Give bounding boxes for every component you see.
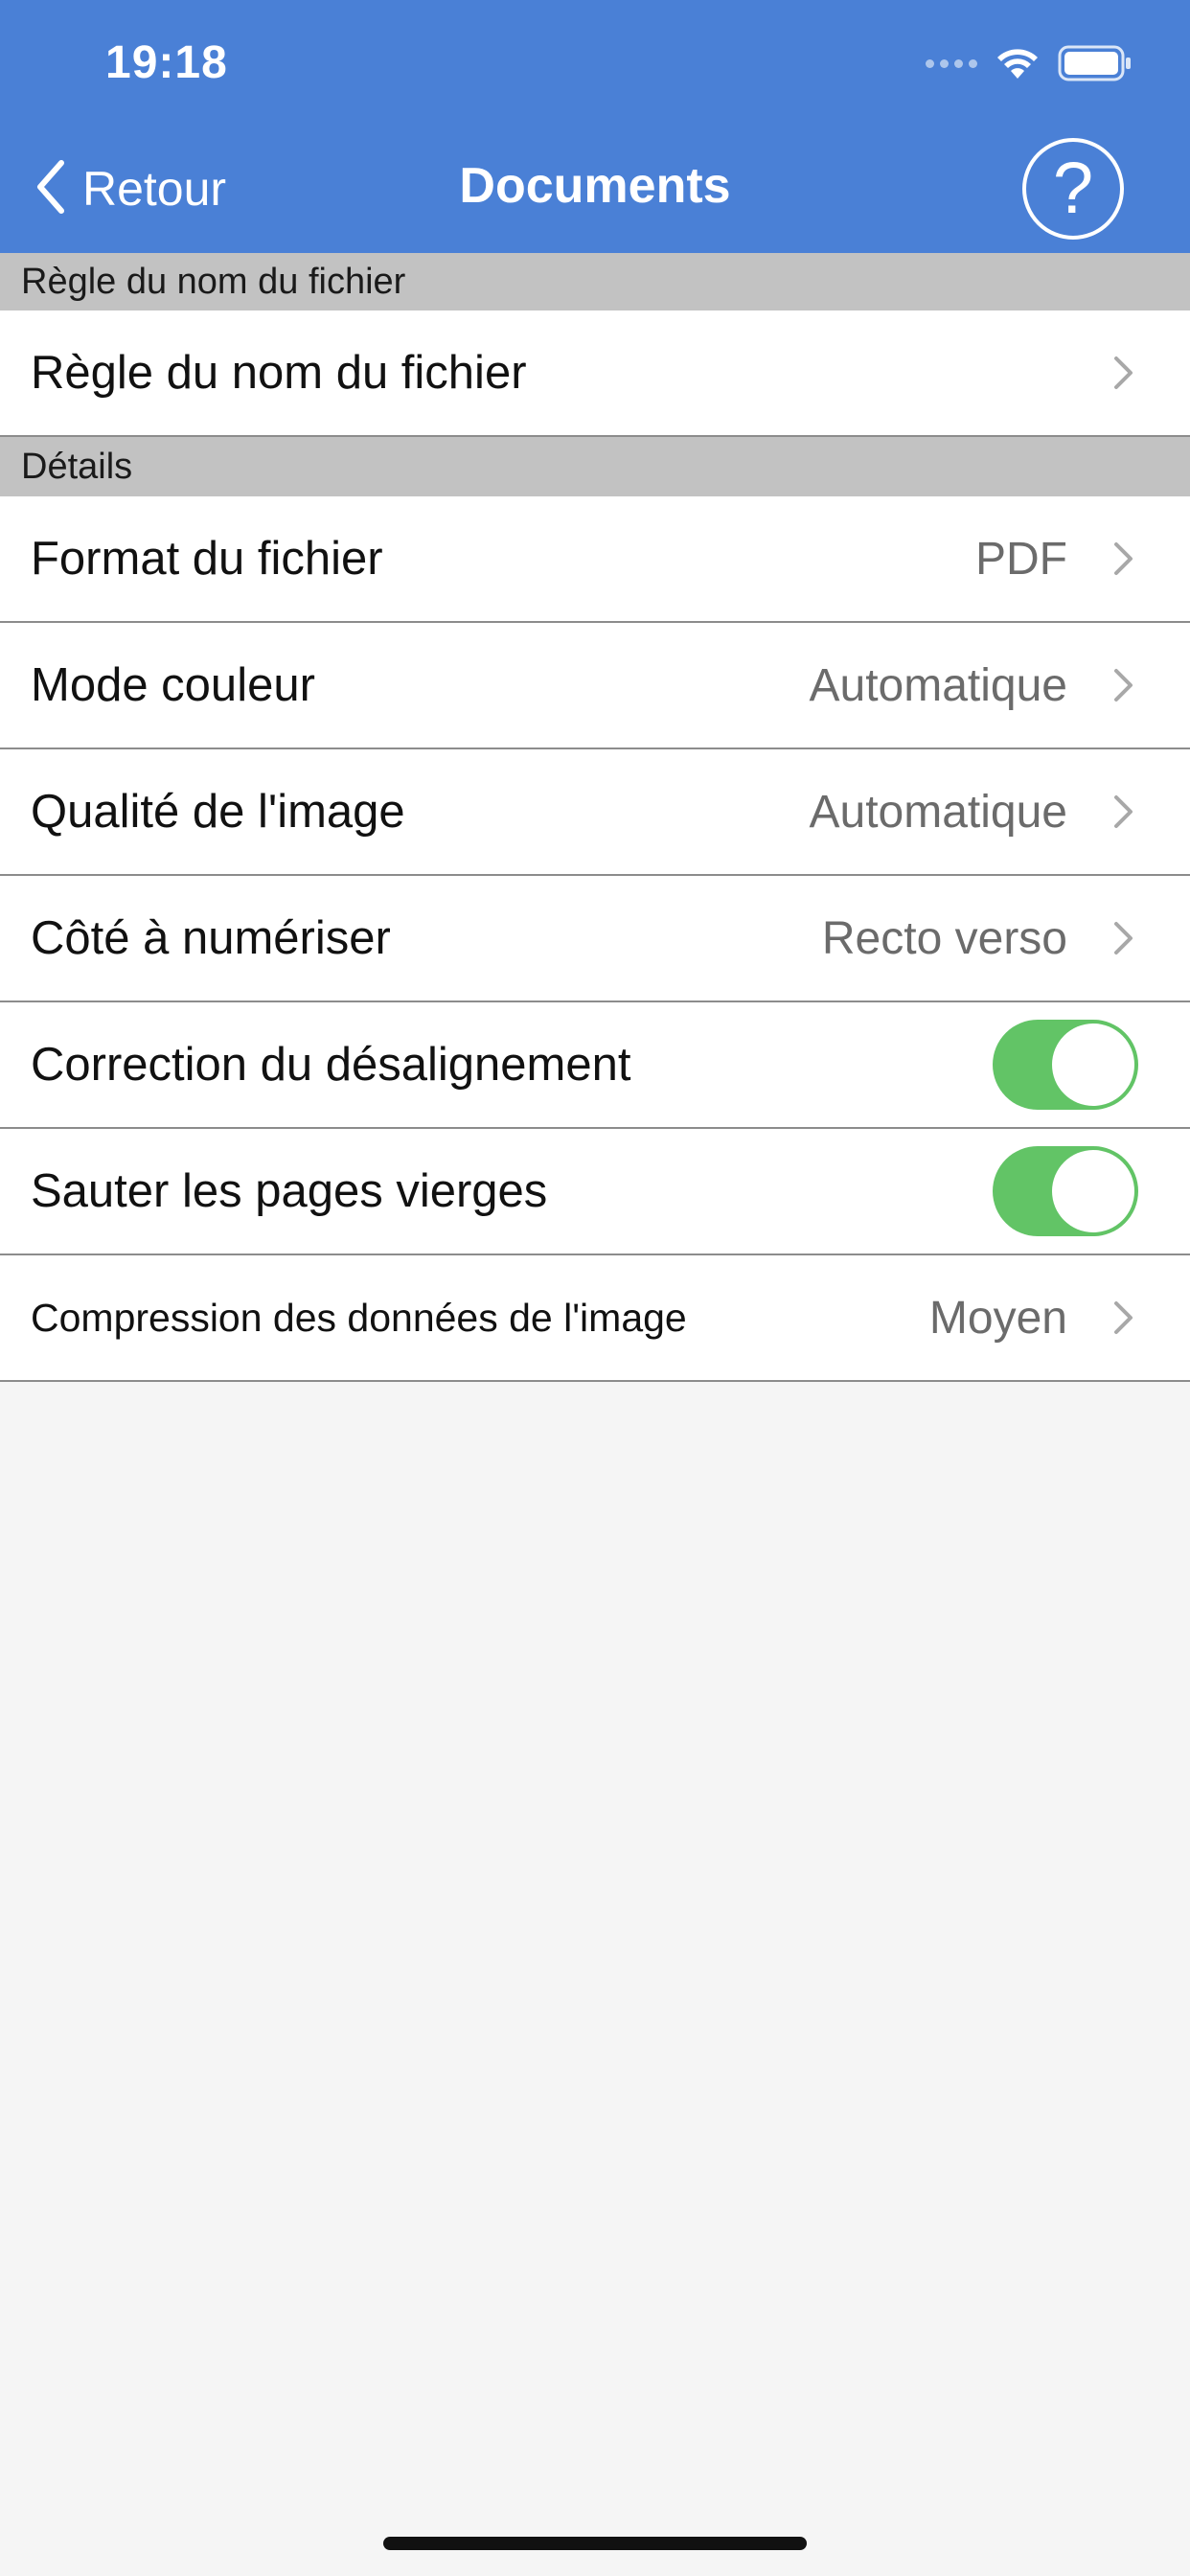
row-color-mode[interactable]: Mode couleur Automatique xyxy=(0,623,1190,749)
row-label: Sauter les pages vierges xyxy=(31,1165,548,1217)
status-icons xyxy=(926,44,1133,82)
skip-blank-pages-toggle[interactable] xyxy=(993,1146,1138,1236)
back-button[interactable]: Retour xyxy=(34,155,226,222)
row-value: Automatique xyxy=(809,659,1067,711)
chevron-left-icon xyxy=(34,159,65,219)
row-label: Format du fichier xyxy=(31,533,383,585)
row-label: Qualité de l'image xyxy=(31,786,405,838)
row-label: Mode couleur xyxy=(31,659,315,711)
back-button-label: Retour xyxy=(82,162,227,216)
chevron-right-icon xyxy=(1114,922,1133,954)
home-indicator[interactable] xyxy=(383,2537,807,2550)
section-header-label: Détails xyxy=(21,446,133,487)
row-value: Automatique xyxy=(809,786,1067,838)
cellular-dots-icon xyxy=(926,58,977,68)
battery-icon xyxy=(1058,45,1133,81)
section-header-file-name-rule: Règle du nom du fichier xyxy=(0,253,1190,310)
section-header-details: Détails xyxy=(0,437,1190,496)
row-label: Règle du nom du fichier xyxy=(31,347,527,399)
section-header-label: Règle du nom du fichier xyxy=(21,261,406,302)
row-image-quality[interactable]: Qualité de l'image Automatique xyxy=(0,749,1190,876)
row-value: Moyen xyxy=(928,1292,1067,1344)
row-file-format[interactable]: Format du fichier PDF xyxy=(0,496,1190,623)
row-label: Correction du désalignement xyxy=(31,1039,631,1091)
navigation-bar: 19:18 Retour Documents ? xyxy=(0,0,1190,253)
wifi-icon xyxy=(995,46,1041,80)
toggle-knob xyxy=(1052,1150,1134,1232)
row-scan-side[interactable]: Côté à numériser Recto verso xyxy=(0,876,1190,1002)
row-skip-blank-pages: Sauter les pages vierges xyxy=(0,1129,1190,1255)
row-value: Recto verso xyxy=(821,912,1067,964)
question-mark-icon: ? xyxy=(1052,148,1094,229)
chevron-right-icon xyxy=(1114,542,1133,575)
row-value: PDF xyxy=(975,533,1067,585)
help-button[interactable]: ? xyxy=(1022,138,1124,240)
row-skew-correction: Correction du désalignement xyxy=(0,1002,1190,1129)
chevron-right-icon xyxy=(1114,669,1133,702)
row-label: Compression des données de l'image xyxy=(31,1295,687,1340)
row-image-compression[interactable]: Compression des données de l'image Moyen xyxy=(0,1255,1190,1382)
chevron-right-icon xyxy=(1114,795,1133,828)
skew-correction-toggle[interactable] xyxy=(993,1020,1138,1110)
chevron-right-icon xyxy=(1114,1301,1133,1334)
row-label: Côté à numériser xyxy=(31,912,391,964)
toggle-knob xyxy=(1052,1024,1134,1106)
row-file-name-rule[interactable]: Règle du nom du fichier xyxy=(0,310,1190,437)
status-time: 19:18 xyxy=(105,37,228,88)
chevron-right-icon xyxy=(1114,356,1133,389)
